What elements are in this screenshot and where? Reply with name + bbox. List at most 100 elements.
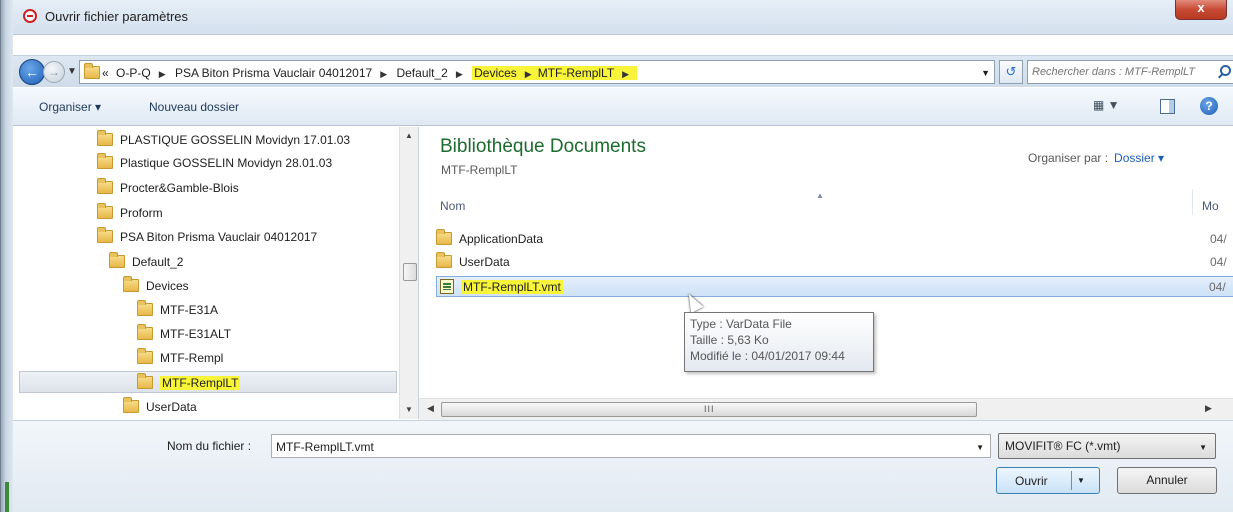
folder-icon — [109, 252, 125, 268]
open-file-dialog: Ouvrir fichier paramètres x ← → ▼ « O-P-… — [0, 0, 1233, 512]
dialog-footer: Nom du fichier : ▼ MOVIFIT® FC (*.vmt) ▼… — [13, 420, 1233, 512]
chevron-right-icon[interactable]: ▶ — [456, 69, 463, 79]
nav-item-label: Procter&Gamble-Blois — [120, 181, 239, 195]
navigation-pane: PLASTIQUE GOSSELIN Movidyn 17.01.03 Plas… — [13, 127, 419, 419]
file-list-pane: Bibliothèque Documents MTF-RemplLT Organ… — [420, 127, 1233, 419]
column-name-header[interactable]: Nom — [440, 199, 465, 213]
file-row-selected[interactable]: MTF-RemplLT.vmt 04/ — [436, 276, 1233, 297]
chevron-right-icon[interactable]: ▶ — [380, 69, 387, 79]
nav-item-label: PSA Biton Prisma Vauclair 04012017 — [120, 230, 318, 244]
file-name: MTF-RemplLT.vmt — [461, 280, 563, 294]
breadcrumb-item-opq[interactable]: O-P-Q — [116, 66, 151, 80]
breadcrumb-item-default[interactable]: Default_2 — [396, 66, 447, 80]
chevron-right-icon[interactable]: ▶ — [622, 69, 629, 79]
column-modified-header[interactable]: Mo — [1202, 199, 1219, 213]
folder-icon — [97, 153, 113, 169]
new-folder-button[interactable]: Nouveau dossier — [149, 100, 239, 114]
address-bar[interactable]: « O-P-Q ▶ PSA Biton Prisma Vauclair 04012… — [79, 60, 995, 84]
folder-icon — [123, 397, 139, 413]
scroll-up-icon[interactable]: ▲ — [405, 131, 413, 140]
search-icon[interactable] — [1220, 65, 1231, 76]
nav-item-label: Devices — [146, 279, 189, 293]
scroll-thumb[interactable]: III — [441, 402, 977, 417]
folder-icon — [97, 203, 113, 219]
preview-pane-icon[interactable] — [1160, 99, 1175, 114]
help-icon[interactable]: ? — [1200, 97, 1218, 115]
open-button-label: Ouvrir — [1015, 474, 1048, 488]
scroll-down-icon[interactable]: ▼ — [405, 405, 413, 414]
nav-item[interactable]: Procter&Gamble-Blois — [97, 177, 239, 199]
filename-combobox[interactable]: ▼ — [271, 434, 991, 458]
content-horizontal-scrollbar[interactable]: ◀ III ▶ — [419, 398, 1233, 420]
file-date: 04/ — [1210, 232, 1227, 246]
library-subtitle: MTF-RemplLT — [441, 163, 518, 177]
nav-item[interactable]: Default_2 — [109, 251, 183, 273]
breadcrumb: « O-P-Q ▶ PSA Biton Prisma Vauclair 04012… — [102, 66, 641, 80]
breadcrumb-item-psa[interactable]: PSA Biton Prisma Vauclair 04012017 — [175, 66, 372, 80]
tooltip-type: Type : VarData File — [690, 317, 792, 331]
arrange-by-dropdown[interactable]: Dossier ▾ — [1114, 151, 1164, 165]
filename-input[interactable] — [276, 439, 966, 454]
nav-item[interactable]: MTF-E31ALT — [137, 323, 231, 345]
breadcrumb-item-mtf-rempllt[interactable]: MTF-RemplLT — [538, 66, 614, 80]
arrange-label: Organiser par : — [1028, 151, 1109, 165]
cancel-button[interactable]: Annuler — [1117, 467, 1217, 494]
nav-item-label: Plastique GOSSELIN Movidyn 28.01.03 — [120, 156, 333, 170]
nav-item[interactable]: PLASTIQUE GOSSELIN Movidyn 17.01.03 — [97, 129, 350, 151]
nav-item[interactable]: Proform — [97, 202, 163, 224]
chevron-right-icon[interactable]: ▶ — [159, 69, 166, 79]
open-options-dropdown-icon[interactable]: ▼ — [1077, 476, 1085, 485]
organise-button[interactable]: Organiser ▾ — [39, 100, 101, 114]
nav-item-label: PLASTIQUE GOSSELIN Movidyn 17.01.03 — [120, 133, 351, 147]
close-button[interactable]: x — [1175, 0, 1227, 20]
nav-item[interactable]: MTF-Rempl — [137, 347, 223, 369]
address-dropdown-icon[interactable]: ▼ — [981, 68, 990, 78]
history-dropdown-icon[interactable]: ▼ — [67, 66, 77, 77]
tooltip-size: Taille : 5,63 Ko — [690, 333, 769, 347]
folder-icon — [84, 63, 100, 79]
breadcrumb-overflow[interactable]: « — [102, 66, 109, 80]
file-row[interactable]: ApplicationData 04/ — [436, 229, 1233, 250]
search-box[interactable] — [1027, 60, 1233, 84]
scroll-left-icon[interactable]: ◀ — [427, 403, 434, 414]
file-date: 04/ — [1209, 280, 1226, 294]
filename-dropdown-icon[interactable]: ▼ — [976, 443, 984, 452]
breadcrumb-item-devices[interactable]: Devices — [474, 66, 517, 80]
vmt-file-icon — [440, 279, 454, 294]
frame-accent — [5, 482, 9, 512]
sort-up-icon: ▲ — [816, 191, 824, 200]
search-input[interactable] — [1032, 64, 1218, 80]
title-bar: Ouvrir fichier paramètres x — [13, 0, 1233, 35]
library-title: Bibliothèque Documents — [440, 136, 646, 157]
folder-icon — [436, 229, 452, 245]
column-divider[interactable] — [1192, 189, 1193, 215]
chevron-right-icon[interactable]: ▶ — [525, 69, 532, 79]
folder-icon — [436, 252, 452, 268]
nav-item[interactable]: PSA Biton Prisma Vauclair 04012017 — [97, 226, 317, 248]
nav-item-label: MTF-E31ALT — [160, 327, 232, 341]
nav-item[interactable]: Devices — [123, 275, 189, 297]
nav-item-selected[interactable]: MTF-RemplLT — [19, 371, 397, 393]
folder-icon — [97, 178, 113, 194]
file-name: ApplicationData — [459, 232, 544, 246]
open-button[interactable]: Ouvrir ▼ — [996, 467, 1100, 494]
scroll-thumb[interactable] — [403, 263, 417, 281]
scroll-right-icon[interactable]: ▶ — [1205, 403, 1212, 414]
address-row: ← → ▼ « O-P-Q ▶ PSA Biton Prisma Vauclair… — [13, 55, 1233, 87]
file-type-dropdown-icon[interactable]: ▼ — [1199, 443, 1207, 452]
back-button[interactable]: ← — [19, 59, 45, 85]
forward-button[interactable]: → — [43, 61, 65, 83]
filename-label: Nom du fichier : — [167, 439, 252, 453]
nav-vertical-scrollbar[interactable]: ▲ ▼ — [399, 127, 418, 419]
nav-item[interactable]: Plastique GOSSELIN Movidyn 28.01.03 — [97, 152, 332, 174]
nav-item-label: Default_2 — [132, 255, 184, 269]
column-header: Nom ▲ Mo — [420, 189, 1233, 215]
view-options-icon[interactable]: ▦ ▼ — [1093, 98, 1123, 116]
refresh-button[interactable]: ↺ — [999, 60, 1023, 84]
file-type-select[interactable]: MOVIFIT® FC (*.vmt) ▼ — [998, 433, 1216, 459]
file-row[interactable]: UserData 04/ — [436, 252, 1233, 273]
nav-item[interactable]: MTF-E31A — [137, 299, 218, 321]
nav-item[interactable]: UserData — [123, 396, 197, 418]
nav-item-label: UserData — [146, 400, 197, 414]
folder-icon — [137, 373, 153, 389]
